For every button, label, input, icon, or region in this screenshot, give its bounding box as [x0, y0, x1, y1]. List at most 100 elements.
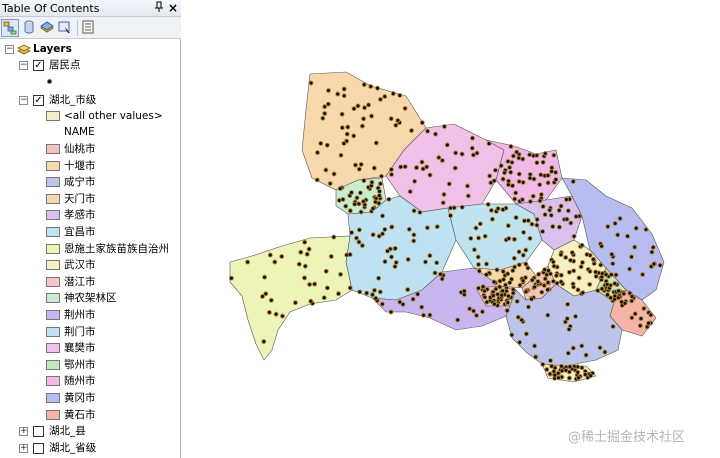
settlement-point — [308, 80, 314, 86]
close-icon[interactable]: × — [168, 1, 178, 15]
settlement-point — [576, 275, 582, 281]
settlement-point — [414, 165, 420, 171]
legend-class-row[interactable]: 鄂州市 — [0, 357, 181, 373]
legend-label: 荆门市 — [64, 325, 96, 338]
settlement-point — [451, 205, 457, 211]
settlement-point — [558, 279, 564, 285]
settlement-point — [570, 179, 576, 185]
settlement-point — [459, 204, 465, 210]
legend-class-row[interactable]: 神农架林区 — [0, 290, 181, 306]
layer-visibility-checkbox[interactable] — [33, 426, 44, 437]
collapse-icon[interactable]: − — [19, 61, 28, 70]
settlement-point — [492, 167, 498, 173]
data-frame-row[interactable]: − Layers — [0, 41, 181, 57]
legend-other-values[interactable]: <all other values> — [0, 108, 181, 124]
options-icon[interactable] — [80, 19, 98, 37]
layer-visibility-checkbox[interactable]: ✓ — [33, 60, 44, 71]
layer-visibility-checkbox[interactable]: ✓ — [33, 95, 44, 106]
legend-class-row[interactable]: 天门市 — [0, 191, 181, 207]
settlement-point — [566, 326, 572, 332]
legend-class-row[interactable]: 荆州市 — [0, 307, 181, 323]
settlement-point — [263, 291, 269, 297]
settlement-point — [500, 176, 506, 182]
legend-class-row[interactable]: 恩施土家族苗族自治州 — [0, 241, 181, 257]
settlement-point — [340, 196, 346, 202]
legend-label: 神农架林区 — [64, 292, 117, 305]
legend-class-row[interactable]: 荆门市 — [0, 324, 181, 340]
settlement-point — [262, 274, 268, 280]
settlement-point — [476, 235, 482, 241]
layer-visibility-checkbox[interactable] — [33, 443, 44, 454]
legend-class-row[interactable]: 武汉市 — [0, 257, 181, 273]
settlement-point — [529, 277, 535, 283]
legend-label: 黄冈市 — [64, 392, 96, 404]
settlement-point — [392, 264, 398, 269]
legend-class-row[interactable]: 襄樊市 — [0, 340, 181, 356]
settlement-point — [328, 254, 334, 259]
legend-class-row[interactable]: 十堰市 — [0, 158, 181, 174]
settlement-point — [638, 316, 644, 322]
expand-icon[interactable]: + — [19, 427, 28, 436]
pin-icon[interactable] — [154, 1, 164, 16]
settlement-point — [527, 152, 533, 158]
settlement-point — [588, 373, 594, 379]
settlement-point — [542, 151, 548, 156]
legend-class-row[interactable]: 黄冈市 — [0, 390, 181, 406]
settlement-point — [540, 361, 546, 367]
legend-class-row[interactable]: 宜昌市 — [0, 224, 181, 240]
settlement-point — [397, 299, 403, 305]
settlement-point — [273, 311, 279, 317]
settlement-point — [516, 249, 522, 255]
legend-field-header: NAME — [0, 124, 181, 140]
settlement-point — [536, 271, 542, 277]
legend-class-row[interactable]: 黄石市 — [0, 407, 181, 423]
settlement-point — [357, 289, 363, 295]
settlement-point — [510, 268, 516, 274]
settlement-point — [412, 178, 418, 184]
settlement-point — [505, 182, 511, 188]
settlement-point — [268, 297, 274, 303]
settlement-point — [571, 233, 577, 239]
list-by-source-icon[interactable] — [21, 19, 39, 37]
map-region[interactable] — [229, 235, 353, 361]
legend-class-row[interactable]: 咸宁市 — [0, 174, 181, 190]
layer-row-hubei-city[interactable]: − ✓ 湖北_市级 — [0, 92, 181, 108]
settlement-point — [621, 291, 627, 297]
layer-row-residential-points[interactable]: − ✓ 居民点 — [0, 57, 181, 73]
toolbar-separator — [77, 20, 78, 36]
settlement-point — [504, 308, 510, 314]
settlement-point — [598, 262, 604, 268]
map-region[interactable] — [447, 203, 543, 271]
settlement-point — [378, 181, 383, 187]
layer-label: 湖北_省级 — [49, 442, 97, 454]
settlement-point — [508, 144, 514, 149]
settlement-point — [354, 235, 359, 241]
legend-class-row[interactable]: 孝感市 — [0, 207, 181, 223]
expand-icon[interactable]: + — [19, 444, 28, 453]
legend-class-row[interactable]: 潜江市 — [0, 274, 181, 290]
list-by-drawing-order-icon[interactable] — [1, 19, 19, 37]
settlement-point — [475, 254, 481, 260]
legend-class-row[interactable]: 仙桃市 — [0, 141, 181, 157]
settlement-point — [423, 259, 428, 265]
map-display[interactable] — [186, 0, 720, 458]
hubei-map[interactable] — [186, 0, 720, 458]
settlement-point — [500, 207, 506, 213]
settlement-point — [531, 176, 537, 182]
list-by-selection-icon[interactable] — [57, 19, 75, 37]
layer-row-hubei-province[interactable]: + 湖北_省级 — [0, 440, 181, 456]
settlement-point — [482, 233, 488, 239]
collapse-icon[interactable]: − — [5, 45, 14, 54]
settlement-point — [465, 183, 470, 189]
settlement-point — [323, 268, 329, 274]
legend-class-row[interactable]: 随州市 — [0, 373, 181, 389]
settlement-point — [633, 225, 639, 231]
settlement-point — [440, 200, 446, 206]
settlement-point — [641, 306, 647, 311]
settlement-point — [535, 279, 541, 284]
legend-swatch — [46, 210, 60, 221]
list-by-visibility-icon[interactable] — [39, 19, 57, 37]
settlement-point — [512, 196, 518, 202]
layer-row-hubei-county[interactable]: + 湖北_县 — [0, 423, 181, 439]
collapse-icon[interactable]: − — [19, 96, 28, 105]
